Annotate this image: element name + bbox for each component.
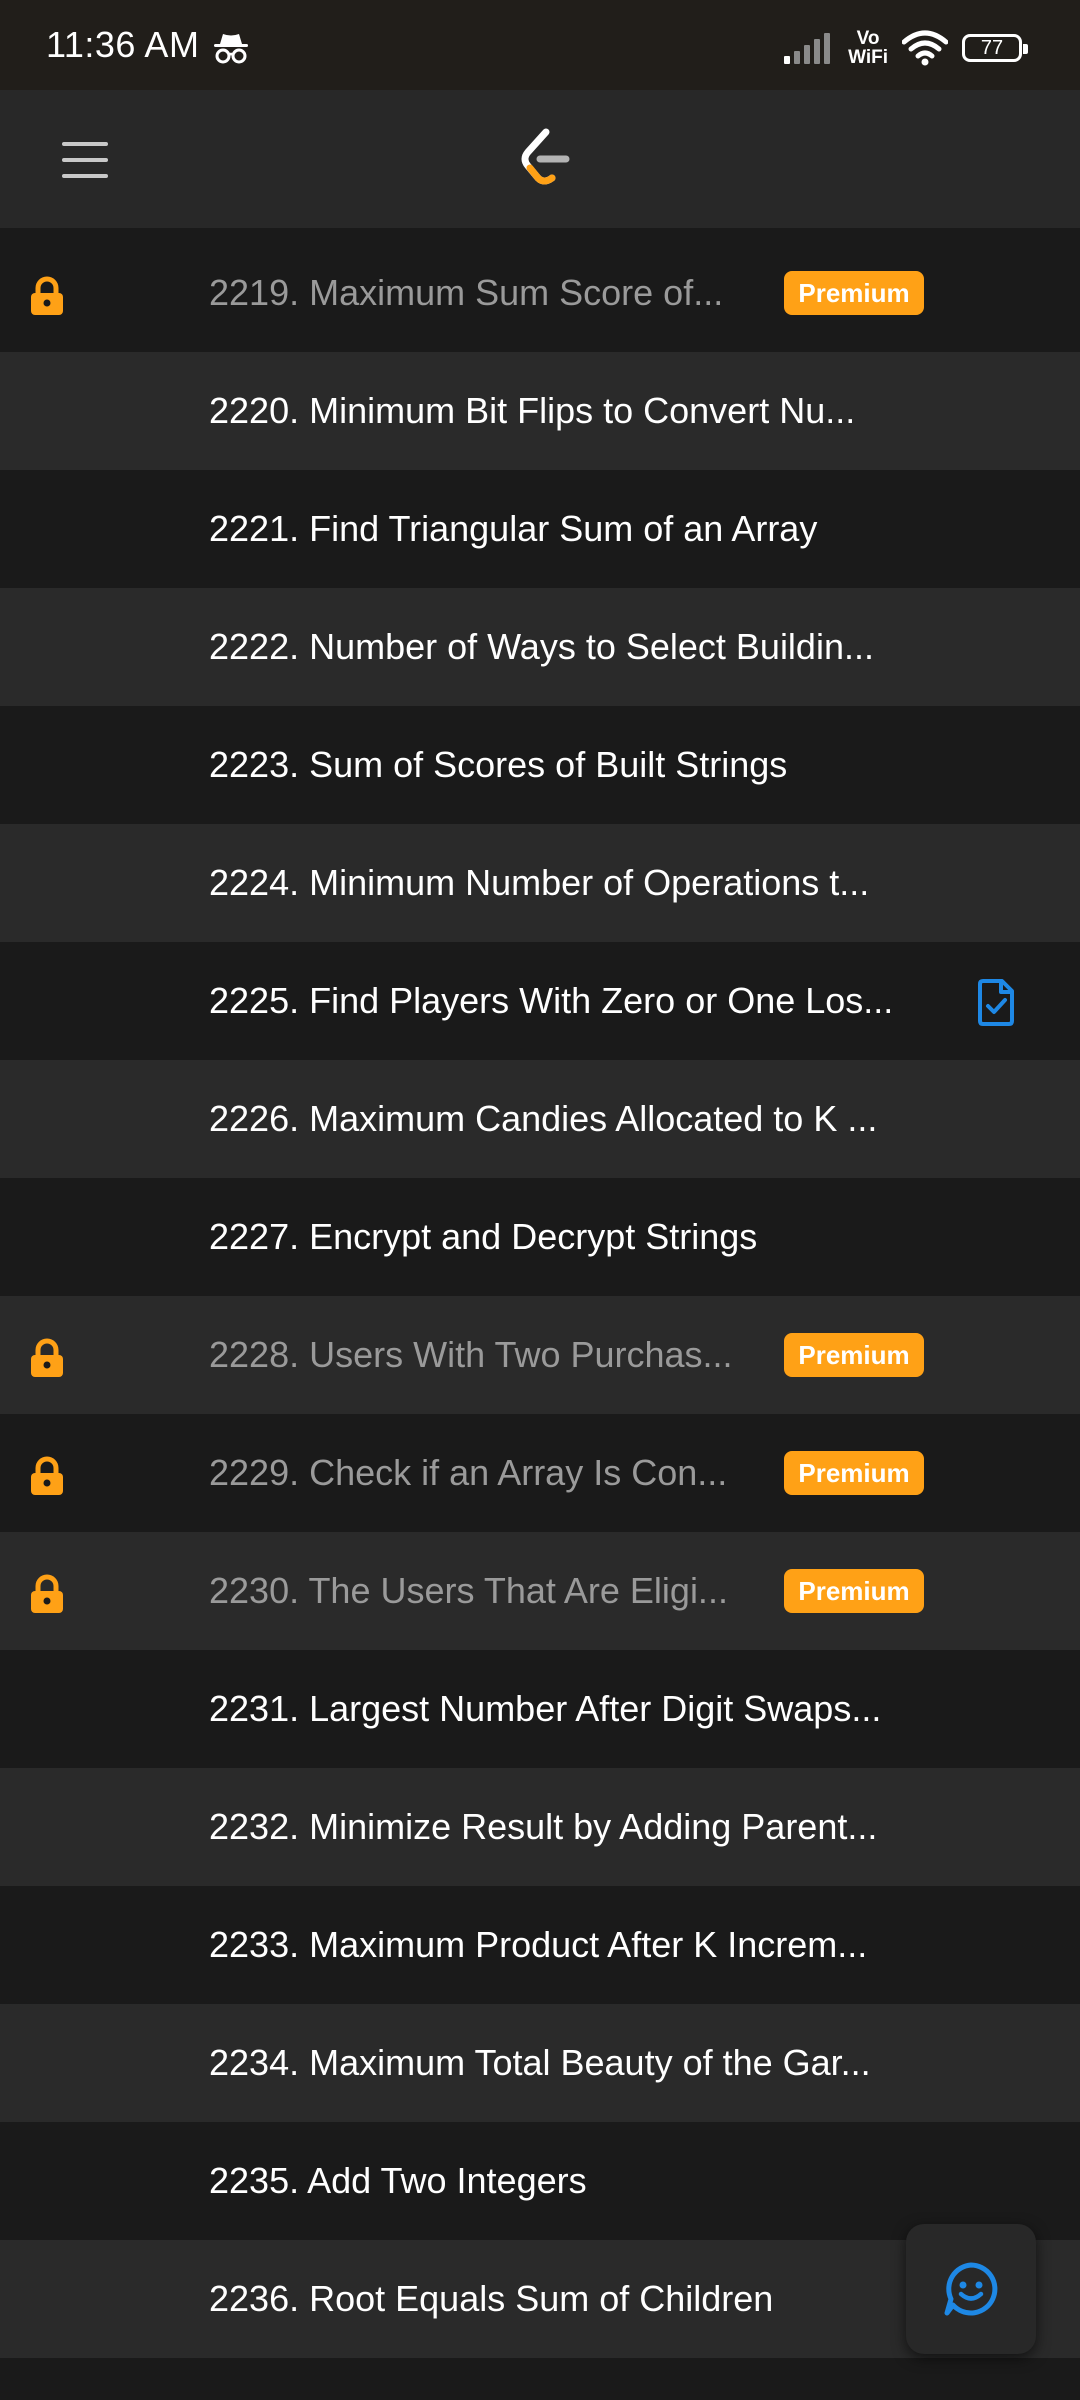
problem-row[interactable]: 2234. Maximum Total Beauty of the Gar... <box>0 2004 1080 2122</box>
problem-row[interactable]: 2235. Add Two Integers <box>0 2122 1080 2240</box>
problem-title: 2223. Sum of Scores of Built Strings <box>209 744 788 785</box>
problem-row[interactable]: 2226. Maximum Candies Allocated to K ... <box>0 1060 1080 1178</box>
problem-row[interactable]: 2227. Encrypt and Decrypt Strings <box>0 1178 1080 1296</box>
problem-list: 2219. Maximum Sum Score of... Premium 2220… <box>0 234 1080 2358</box>
hamburger-menu-icon[interactable] <box>62 142 108 178</box>
problem-title: 2232. Minimize Result by Adding Parent..… <box>209 1806 878 1847</box>
app-header <box>0 90 1080 228</box>
premium-badge: Premium <box>784 1569 924 1613</box>
problem-row[interactable]: 2223. Sum of Scores of Built Strings <box>0 706 1080 824</box>
problem-row[interactable]: 2232. Minimize Result by Adding Parent..… <box>0 1768 1080 1886</box>
problem-title: 2234. Maximum Total Beauty of the Gar... <box>209 2042 871 2083</box>
vowifi-bottom: WiFi <box>848 47 888 68</box>
lock-icon <box>28 1338 66 1378</box>
lock-icon <box>28 1574 66 1614</box>
problem-title: 2236. Root Equals Sum of Children <box>209 2278 774 2319</box>
problem-row[interactable]: 2222. Number of Ways to Select Buildin..… <box>0 588 1080 706</box>
vowifi-indicator: Vo WiFi <box>848 29 888 67</box>
battery-indicator: 77 <box>962 34 1028 62</box>
problem-title: 2221. Find Triangular Sum of an Array <box>209 508 818 549</box>
status-time: 11:36 AM <box>46 24 200 65</box>
problem-title: 2231. Largest Number After Digit Swaps..… <box>209 1688 882 1729</box>
problem-row[interactable]: 2219. Maximum Sum Score of... Premium <box>0 234 1080 352</box>
problem-title: 2227. Encrypt and Decrypt Strings <box>209 1216 758 1257</box>
feedback-smiley-icon <box>944 2262 998 2316</box>
problem-row[interactable]: 2230. The Users That Are Eligi... Premium <box>0 1532 1080 1650</box>
status-bar: 11:36 AM Vo WiFi 77 <box>0 0 1080 90</box>
problem-title: 2226. Maximum Candies Allocated to K ... <box>209 1098 878 1139</box>
problem-row[interactable]: 2224. Minimum Number of Operations t... <box>0 824 1080 942</box>
problem-title: 2230. The Users That Are Eligi... <box>209 1570 728 1611</box>
problem-row[interactable]: 2229. Check if an Array Is Con... Premium <box>0 1414 1080 1532</box>
problem-title: 2228. Users With Two Purchas... <box>209 1334 733 1375</box>
problem-row[interactable]: 2221. Find Triangular Sum of an Array <box>0 470 1080 588</box>
premium-badge: Premium <box>784 1451 924 1495</box>
problem-row[interactable]: 2220. Minimum Bit Flips to Convert Nu... <box>0 352 1080 470</box>
problem-title: 2225. Find Players With Zero or One Los.… <box>209 980 894 1021</box>
leetcode-logo-icon[interactable] <box>516 126 574 192</box>
premium-badge: Premium <box>784 271 924 315</box>
problem-row[interactable]: 2228. Users With Two Purchas... Premium <box>0 1296 1080 1414</box>
feedback-button[interactable] <box>906 2224 1036 2354</box>
problem-title: 2224. Minimum Number of Operations t... <box>209 862 870 903</box>
lock-icon <box>28 276 66 316</box>
problem-title: 2222. Number of Ways to Select Buildin..… <box>209 626 874 667</box>
problem-row[interactable]: 2233. Maximum Product After K Increm... <box>0 1886 1080 2004</box>
problem-title: 2233. Maximum Product After K Increm... <box>209 1924 868 1965</box>
premium-badge: Premium <box>784 1333 924 1377</box>
problem-row[interactable]: 2225. Find Players With Zero or One Los.… <box>0 942 1080 1060</box>
solution-document-icon[interactable] <box>976 978 1016 1026</box>
problem-title: 2219. Maximum Sum Score of... <box>209 272 724 313</box>
incognito-icon <box>214 34 248 64</box>
vowifi-top: Vo <box>856 28 880 49</box>
problem-row[interactable]: 2231. Largest Number After Digit Swaps..… <box>0 1650 1080 1768</box>
problem-title: 2220. Minimum Bit Flips to Convert Nu... <box>209 390 856 431</box>
wifi-icon <box>902 30 948 66</box>
lock-icon <box>28 1456 66 1496</box>
problem-title: 2235. Add Two Integers <box>209 2160 587 2201</box>
signal-icon <box>784 33 831 64</box>
problem-title: 2229. Check if an Array Is Con... <box>209 1452 728 1493</box>
